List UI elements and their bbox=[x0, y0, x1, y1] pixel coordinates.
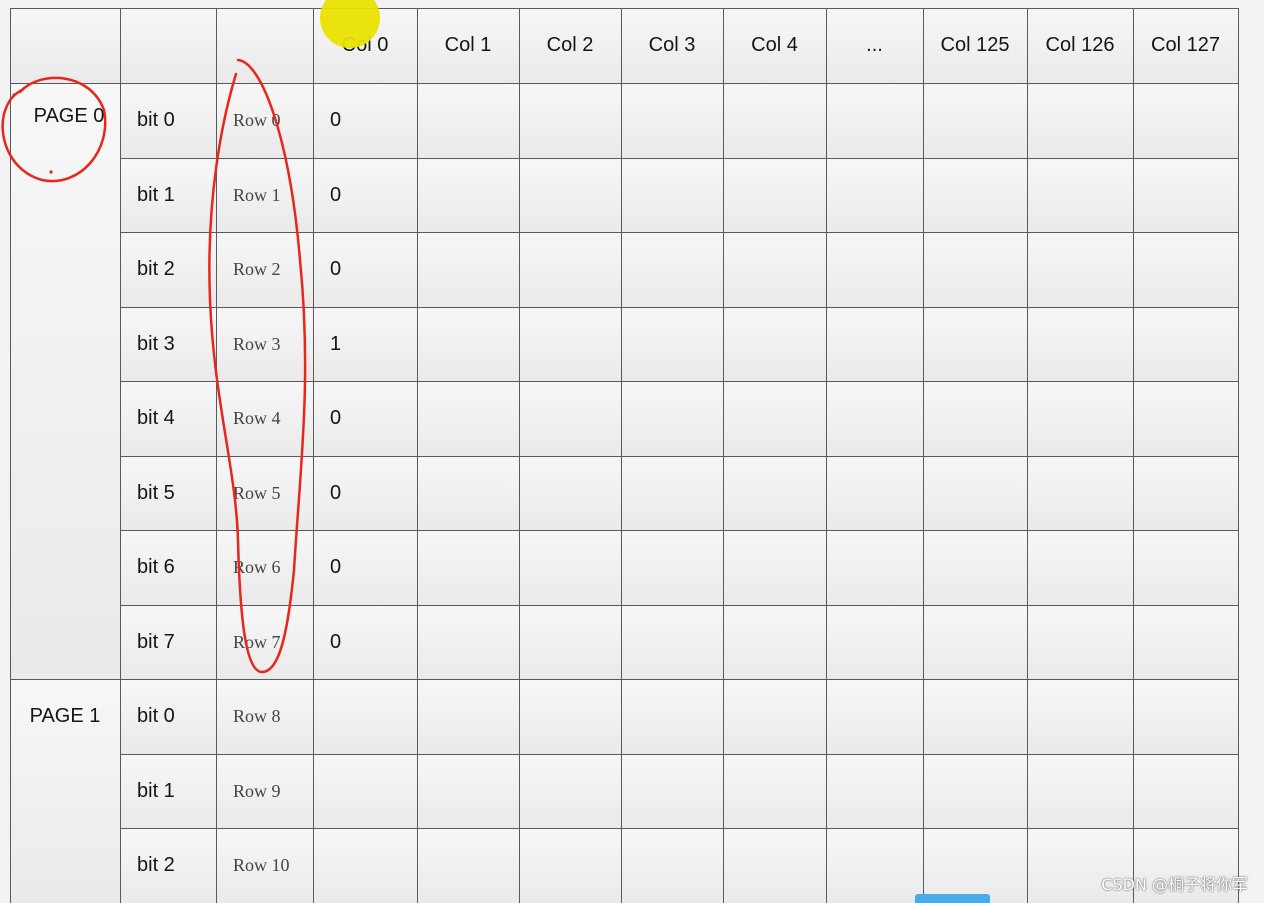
taskbar-tab bbox=[915, 894, 990, 903]
pen-dot bbox=[49, 170, 53, 174]
pen-dot bbox=[12, 93, 16, 97]
pen-annotations bbox=[1, 58, 307, 674]
row-column-loop-annotation bbox=[208, 58, 307, 674]
page0-circle-annotation bbox=[1, 76, 107, 183]
watermark: CSDN @桐子将你军 bbox=[1101, 875, 1248, 894]
